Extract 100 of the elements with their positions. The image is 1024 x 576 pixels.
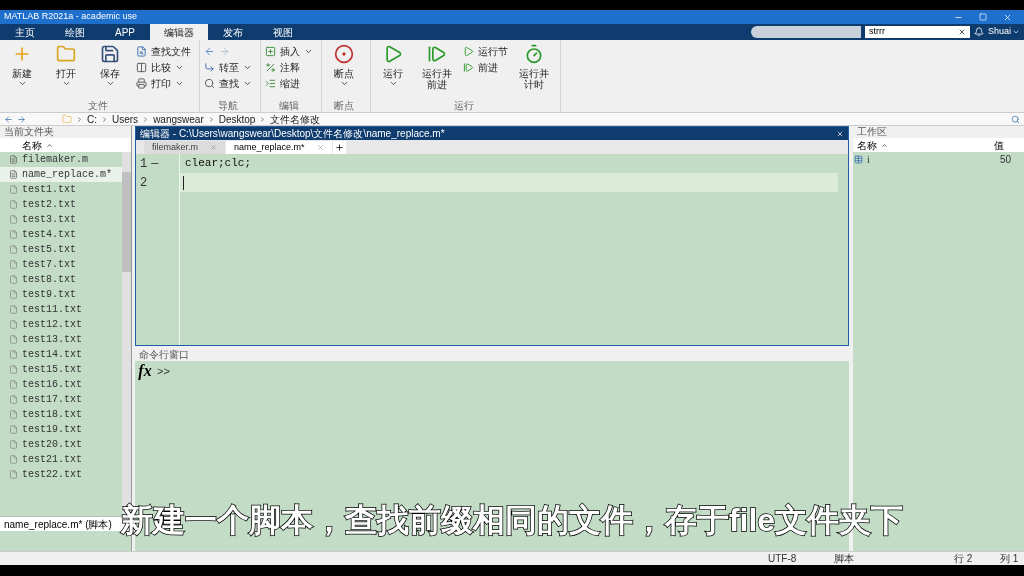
chevron-icon (101, 115, 108, 123)
clear-icon[interactable] (957, 28, 966, 36)
user-menu[interactable]: Shuai (987, 25, 1020, 39)
file-row[interactable]: filemaker.m (0, 152, 122, 167)
ribbon-tab[interactable]: 主页 (0, 24, 50, 40)
back-icon[interactable] (204, 45, 215, 57)
caret-icon (388, 79, 398, 88)
columns-icon (136, 61, 147, 73)
ribbon-button[interactable]: 打印 (136, 76, 191, 90)
ribbon-group-label: 运行 (452, 100, 475, 112)
file-row[interactable]: test15.txt (0, 362, 122, 377)
ribbon-button[interactable]: 注释 (265, 60, 313, 74)
ribbon-button[interactable]: 插入 (265, 44, 313, 58)
ribbon-button[interactable]: 保存 (88, 40, 132, 100)
path-segment[interactable]: 文件名修改 (270, 111, 321, 127)
file-row[interactable]: test4.txt (0, 227, 122, 242)
folder-icon (56, 44, 76, 64)
ribbon-button[interactable]: 查找 (204, 76, 252, 90)
code-line[interactable]: clear;clc; (180, 154, 838, 173)
run-icon (463, 45, 474, 57)
file-row[interactable]: test11.txt (0, 302, 122, 317)
script-file-icon (9, 155, 18, 164)
breakpoint-icon (334, 44, 354, 64)
file-row[interactable]: test5.txt (0, 242, 122, 257)
close-icon[interactable] (1003, 12, 1012, 22)
ribbon-button[interactable]: 运行节 (463, 44, 508, 58)
file-row[interactable]: test21.txt (0, 452, 122, 467)
column-header[interactable]: 名称 (853, 137, 990, 153)
encoding-label: UTF-8 (768, 552, 798, 566)
file-row[interactable]: test16.txt (0, 377, 122, 392)
percent-icon (265, 61, 276, 73)
ribbon-tab[interactable]: APP (100, 24, 150, 40)
file-row[interactable]: test19.txt (0, 422, 122, 437)
file-row[interactable]: test12.txt (0, 317, 122, 332)
text-file-icon (9, 425, 18, 434)
file-row[interactable]: test17.txt (0, 392, 122, 407)
search-field[interactable]: strrr (864, 26, 970, 38)
close-icon[interactable] (836, 129, 844, 138)
bell-icon[interactable] (973, 27, 984, 37)
file-row[interactable]: test9.txt (0, 287, 122, 302)
scrollbar-thumb[interactable] (122, 172, 131, 272)
variable-name[interactable]: i (863, 151, 988, 167)
file-row[interactable]: test1.txt (0, 182, 122, 197)
forward-icon[interactable] (219, 45, 230, 57)
ribbon-button[interactable]: 运行并计时 (512, 40, 556, 100)
file-row[interactable]: test22.txt (0, 467, 122, 482)
ribbon-group-label: 文件 (86, 100, 109, 112)
maximize-icon[interactable] (979, 12, 987, 21)
text-file-icon (9, 275, 18, 284)
ribbon-button[interactable]: 查找文件 (136, 44, 191, 58)
text-file-icon (9, 320, 18, 329)
path-segment[interactable]: C: (87, 111, 97, 127)
file-row[interactable]: test20.txt (0, 437, 122, 452)
text-file-icon (9, 365, 18, 374)
function-hint[interactable]: fx (138, 361, 152, 381)
ribbon-button[interactable]: 运行 (371, 40, 415, 100)
column-header[interactable]: 名称 (0, 138, 131, 152)
chevron-icon (259, 115, 267, 123)
ribbon-button[interactable]: 新建 (0, 40, 44, 100)
editor-tab[interactable]: filemaker.m (144, 141, 225, 154)
ribbon-button[interactable]: 打开 (44, 40, 88, 100)
column-header[interactable]: 值 (990, 137, 1004, 153)
ribbon-group-label: 断点 (333, 100, 355, 112)
ribbon-button[interactable]: 转至 (204, 60, 252, 74)
sort-icon (46, 141, 53, 149)
path-segment[interactable]: Users (112, 111, 139, 127)
window-title: MATLAB R2021a - academic use (4, 10, 137, 24)
line-position: 行 2 (954, 552, 974, 566)
ribbon-button[interactable]: 比较 (136, 60, 191, 74)
new-tab-button[interactable] (332, 141, 346, 154)
ribbon-button[interactable]: 运行并前进 (415, 40, 459, 100)
search-icon[interactable] (1011, 114, 1020, 124)
text-file-icon (9, 335, 18, 344)
chevron-icon (142, 115, 150, 123)
ribbon-tab[interactable]: 绘图 (50, 24, 100, 40)
forward-icon[interactable] (17, 114, 26, 124)
file-row[interactable]: test2.txt (0, 197, 122, 212)
file-row[interactable]: test18.txt (0, 407, 122, 422)
sort-icon (881, 141, 888, 149)
ribbon-button[interactable]: 断点 (322, 40, 366, 100)
ribbon-tab[interactable]: 发布 (208, 24, 258, 40)
file-row[interactable]: test8.txt (0, 272, 122, 287)
editor-tab[interactable]: name_replace.m* (226, 141, 332, 154)
file-row[interactable]: name_replace.m* (0, 167, 122, 182)
file-row[interactable]: test13.txt (0, 332, 122, 347)
back-icon[interactable] (4, 114, 13, 124)
ribbon-button[interactable]: 前进 (463, 60, 508, 74)
text-file-icon (9, 380, 18, 389)
path-segment[interactable]: Desktop (218, 111, 256, 127)
text-file-icon (9, 185, 18, 194)
path-segment[interactable]: wangswear (153, 111, 204, 127)
ribbon-tab[interactable]: 编辑器 (150, 24, 208, 40)
file-row[interactable]: test7.txt (0, 257, 122, 272)
file-row[interactable]: test3.txt (0, 212, 122, 227)
run-icon (383, 44, 403, 64)
file-row[interactable]: test14.txt (0, 347, 122, 362)
step-forward-icon (463, 61, 474, 73)
ribbon-tab[interactable]: 视图 (258, 24, 308, 40)
ribbon-button[interactable]: 缩进 (265, 76, 313, 90)
quick-access-toolbar[interactable] (750, 26, 861, 38)
